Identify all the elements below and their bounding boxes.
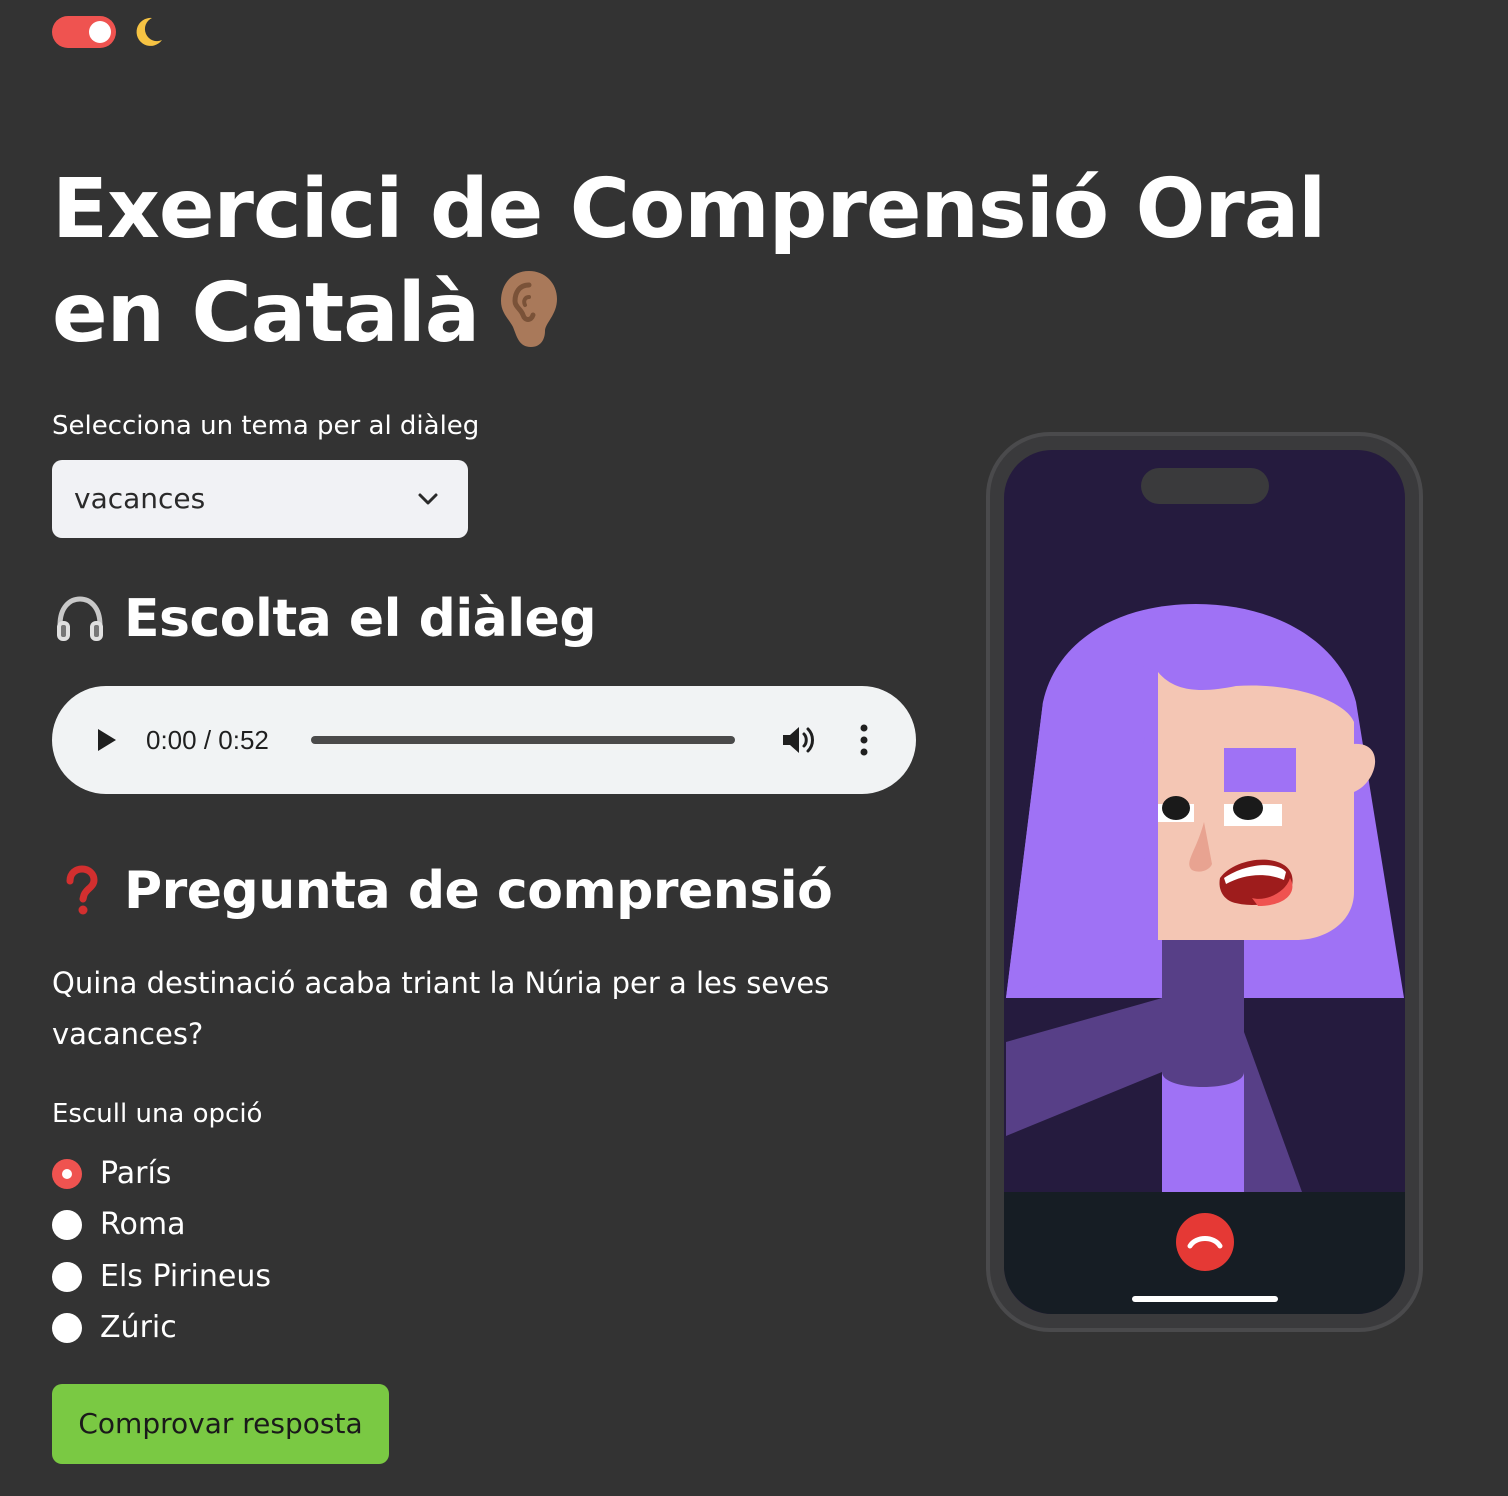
radio-button[interactable]	[52, 1210, 82, 1240]
radio-button-selected[interactable]	[52, 1159, 82, 1189]
toggle-knob	[89, 21, 111, 43]
question-heading: Pregunta de comprensió	[52, 856, 833, 926]
ear-icon	[501, 271, 558, 347]
options-label: Escull una opció	[52, 1099, 263, 1129]
listen-heading-text: Escolta el diàleg	[124, 589, 597, 649]
radio-button[interactable]	[52, 1313, 82, 1343]
check-answer-button[interactable]: Comprovar resposta	[52, 1384, 389, 1464]
listen-heading: Escolta el diàleg	[52, 584, 597, 654]
radio-button[interactable]	[52, 1262, 82, 1292]
radio-option-paris[interactable]: París	[52, 1152, 171, 1196]
radio-option-label: Roma	[100, 1207, 186, 1242]
theme-toggle[interactable]	[52, 16, 116, 48]
radio-option-label: París	[100, 1156, 172, 1191]
question-mark-icon	[66, 865, 98, 915]
phone-call-illustration	[986, 432, 1423, 1332]
page-title-text: Exercici de Comprensió Oral en Català	[52, 162, 1326, 361]
phone-hangup-icon	[1176, 1213, 1234, 1271]
audio-progress-track[interactable]	[311, 736, 735, 744]
headphones-icon	[57, 596, 103, 641]
radio-option-roma[interactable]: Roma	[52, 1203, 185, 1247]
more-options-icon[interactable]	[852, 722, 876, 758]
topic-select[interactable]: vacances	[52, 460, 468, 538]
question-text: Quina destinació acaba triant la Núria p…	[52, 966, 830, 1051]
radio-option-label: Zúric	[100, 1310, 177, 1345]
audio-time: 0:00 / 0:52	[146, 725, 269, 755]
question-heading-text: Pregunta de comprensió	[124, 861, 833, 921]
radio-option-zuric[interactable]: Zúric	[52, 1306, 177, 1350]
audio-player: 0:00 / 0:52	[52, 686, 916, 794]
radio-option-label: Els Pirineus	[100, 1259, 272, 1294]
topic-select-value: vacances	[74, 482, 206, 515]
chevron-down-icon	[418, 493, 438, 505]
topic-select-label: Selecciona un tema per al diàleg	[52, 411, 480, 441]
radio-option-pirineus[interactable]: Els Pirineus	[52, 1255, 271, 1299]
volume-icon[interactable]	[780, 724, 816, 756]
moon-icon	[136, 17, 162, 46]
play-icon[interactable]	[92, 726, 120, 754]
page-title: Exercici de Comprensió Oral en Català	[52, 158, 1372, 366]
